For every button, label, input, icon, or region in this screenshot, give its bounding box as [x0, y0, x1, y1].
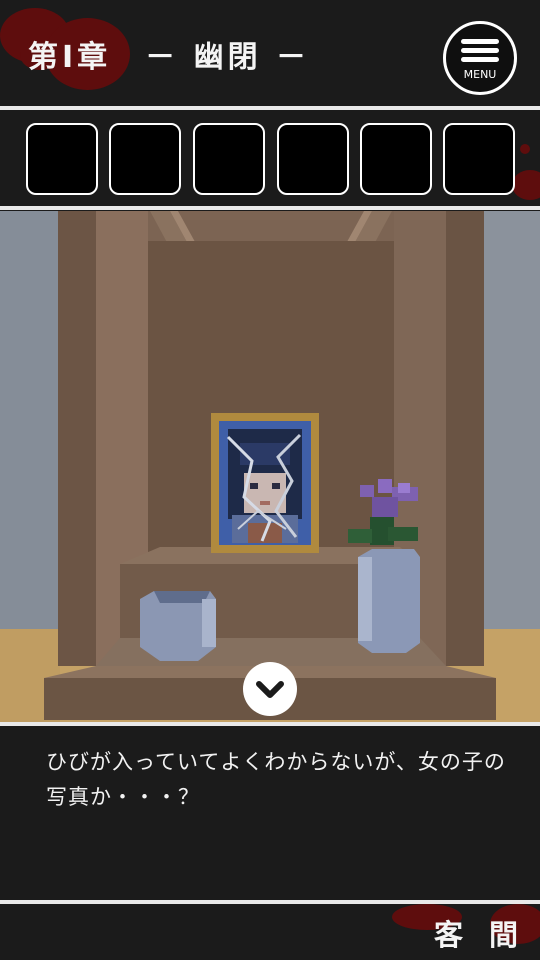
inventory-slot-3[interactable]: [193, 123, 265, 195]
menu-label: MENU: [463, 68, 497, 81]
blood-splatter: [512, 170, 540, 200]
inventory-slot-1[interactable]: [26, 123, 98, 195]
hamburger-menu-icon: [461, 39, 499, 44]
location-label: 客間: [433, 918, 540, 952]
divider: [0, 722, 540, 726]
dialog-box[interactable]: ひびが入っていてよくわからないが、女の子の写真か・・・？: [0, 727, 540, 900]
hamburger-menu-icon-bar: [461, 48, 499, 53]
footer-bar: 客間: [0, 904, 540, 960]
header-bar: 第Ⅰ章 － 幽閉 － MENU: [0, 0, 540, 106]
menu-button[interactable]: MENU: [443, 21, 517, 95]
inventory-bar: [0, 110, 540, 206]
divider: [0, 206, 540, 210]
inventory-slot-6[interactable]: [443, 123, 515, 195]
next-button[interactable]: [243, 662, 297, 716]
altar-scene-illustration: [0, 211, 540, 722]
blood-splatter: [520, 144, 530, 154]
inventory-slot-4[interactable]: [277, 123, 349, 195]
inventory-slot-5[interactable]: [360, 123, 432, 195]
inventory-slot-2[interactable]: [109, 123, 181, 195]
hamburger-menu-icon-bar: [461, 57, 499, 62]
dialog-text: ひびが入っていてよくわからないが、女の子の写真か・・・？: [46, 750, 506, 809]
game-scene[interactable]: [0, 211, 540, 722]
chevron-down-icon: [256, 681, 284, 698]
chapter-title: 第Ⅰ章 － 幽閉 －: [28, 40, 311, 75]
